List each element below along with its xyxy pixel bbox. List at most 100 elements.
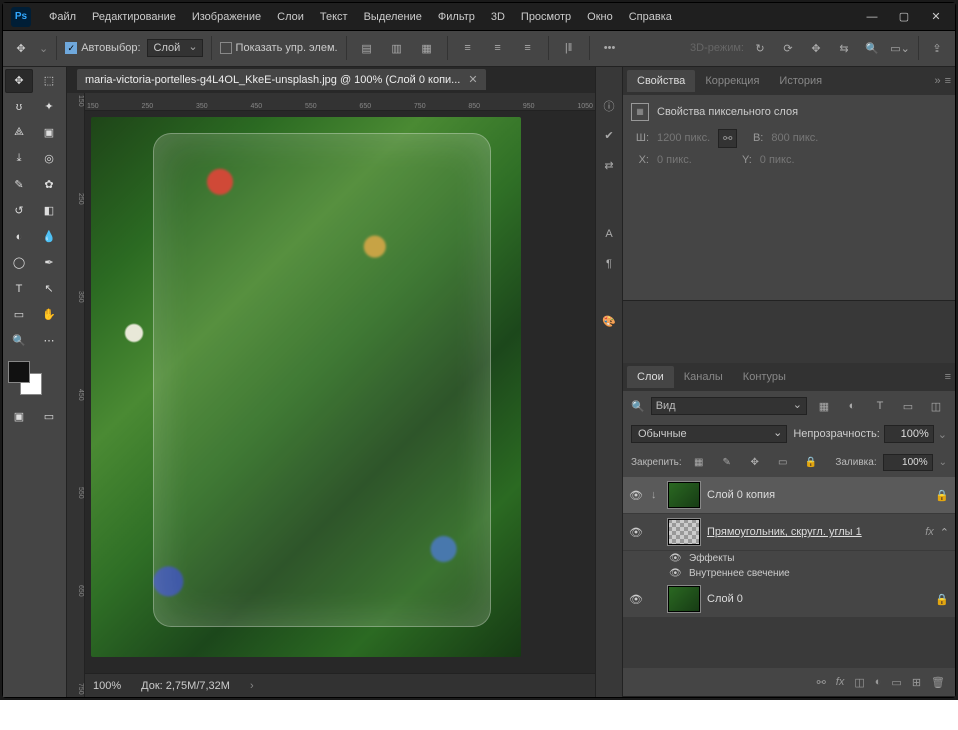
menu-view[interactable]: Просмотр	[513, 3, 579, 31]
tool-history-brush[interactable]: ↺	[5, 199, 33, 223]
tool-clone[interactable]: ✿	[35, 173, 63, 197]
move-tool-icon[interactable]: ✥	[9, 36, 33, 60]
3d-rotate-icon[interactable]: ⟳	[776, 36, 800, 60]
tool-marquee[interactable]: ⬚	[35, 69, 63, 93]
layer-mask-icon[interactable]: ◫	[854, 676, 864, 689]
menu-edit[interactable]: Редактирование	[84, 3, 184, 31]
tab-history[interactable]: История	[769, 70, 832, 92]
filter-shape-icon[interactable]: ▭	[897, 395, 919, 417]
layer-filter-kind[interactable]: Вид	[651, 397, 807, 415]
tool-gradient[interactable]: ◐	[5, 225, 33, 249]
visibility-icon[interactable]: 👁	[629, 593, 645, 606]
new-layer-icon[interactable]: ⊞	[912, 676, 921, 689]
group-layers-icon[interactable]: ▭	[891, 676, 901, 689]
tool-spot-heal[interactable]: ◎	[35, 147, 63, 171]
tool-hand[interactable]: ✋	[35, 303, 63, 327]
autoselect-checkbox[interactable]: ✓ Автовыбор:	[65, 42, 140, 54]
layer-item[interactable]: 👁 Слой 0 🔒	[623, 581, 955, 618]
tool-pen[interactable]: ✒	[35, 251, 63, 275]
lock-artboard-icon[interactable]: ▭	[772, 451, 794, 473]
canvas[interactable]	[85, 111, 595, 673]
search-icon[interactable]: 🔍	[860, 36, 884, 60]
distribute-h-icon[interactable]: |‖	[557, 36, 581, 60]
tool-quickmask[interactable]: ▣	[5, 405, 33, 429]
tool-move[interactable]: ✥	[5, 69, 33, 93]
menu-image[interactable]: Изображение	[184, 3, 269, 31]
layer-name[interactable]: Слой 0 копия	[707, 489, 929, 501]
layer-fx-icon[interactable]: fx	[836, 676, 845, 688]
visibility-icon[interactable]: 👁	[629, 526, 645, 539]
layer-item[interactable]: 👁 Прямоугольник, скругл. углы 1 fx ⌃	[623, 514, 955, 551]
tool-lasso[interactable]: ʊ	[5, 95, 33, 119]
show-controls-checkbox[interactable]: Показать упр. элем.	[220, 42, 338, 54]
menu-file[interactable]: Файл	[41, 3, 84, 31]
share-icon[interactable]: ⇪	[925, 36, 949, 60]
zoom-level[interactable]: 100%	[93, 680, 121, 692]
fx-inner-glow-row[interactable]: 👁 Внутреннее свечение	[623, 566, 955, 581]
menu-select[interactable]: Выделение	[356, 3, 430, 31]
lock-icon[interactable]: 🔒	[935, 593, 949, 606]
paragraph-icon[interactable]: ¶	[598, 253, 620, 275]
filter-type-icon[interactable]: T	[869, 395, 891, 417]
distribute-top-icon[interactable]: ≡	[456, 36, 480, 60]
delete-layer-icon[interactable]: 🗑	[931, 676, 945, 689]
layer-thumbnail[interactable]	[667, 518, 701, 546]
tool-frame[interactable]: ▣	[35, 121, 63, 145]
adjustment-layer-icon[interactable]: ◐	[875, 676, 882, 688]
tool-wand[interactable]: ✦	[35, 95, 63, 119]
tool-brush[interactable]: ✎	[5, 173, 33, 197]
menu-3d[interactable]: 3D	[483, 3, 513, 31]
tool-eyedropper[interactable]: ⤓	[5, 147, 33, 171]
tool-zoom[interactable]: 🔍	[5, 329, 33, 353]
3d-pan-icon[interactable]: ✥	[804, 36, 828, 60]
filter-pixel-icon[interactable]: ▦	[813, 395, 835, 417]
layer-thumbnail[interactable]	[667, 481, 701, 509]
character-icon[interactable]: A	[598, 223, 620, 245]
menu-text[interactable]: Текст	[312, 3, 356, 31]
tool-shape[interactable]: ▭	[5, 303, 33, 327]
link-wh-icon[interactable]: ⚯	[718, 129, 737, 148]
align-center-icon[interactable]: ▥	[385, 36, 409, 60]
opacity-value[interactable]: 100%	[884, 425, 934, 443]
tool-eraser[interactable]: ◧	[35, 199, 63, 223]
filter-smart-icon[interactable]: ◫	[925, 395, 947, 417]
link-layers-icon[interactable]: ⚯	[817, 676, 826, 689]
close-icon[interactable]: ✕	[468, 73, 477, 86]
tool-dodge[interactable]: ◯	[5, 251, 33, 275]
layer-item[interactable]: 👁 ↓ Слой 0 копия 🔒	[623, 477, 955, 514]
autoselect-dropdown[interactable]: Слой	[147, 39, 203, 57]
align-right-icon[interactable]: ▦	[415, 36, 439, 60]
distribute-bottom-icon[interactable]: ≡	[516, 36, 540, 60]
tab-properties[interactable]: Свойства	[627, 70, 695, 92]
info-icon[interactable]: ⓘ	[598, 95, 620, 117]
menu-filter[interactable]: Фильтр	[430, 3, 483, 31]
lock-position-icon[interactable]: ✥	[744, 451, 766, 473]
window-close[interactable]: ✕	[921, 7, 951, 27]
foreground-color[interactable]	[8, 361, 30, 383]
visibility-icon[interactable]: 👁	[669, 568, 683, 579]
tool-path[interactable]: ↖	[35, 277, 63, 301]
lock-all-icon[interactable]: 🔒	[800, 451, 822, 473]
distribute-middle-icon[interactable]: ≡	[486, 36, 510, 60]
panel-menu-icon[interactable]: ≡	[945, 371, 951, 383]
layer-name[interactable]: Прямоугольник, скругл. углы 1	[707, 526, 919, 538]
tab-channels[interactable]: Каналы	[674, 366, 733, 388]
panel-menu-icon[interactable]: ≡	[945, 75, 951, 87]
layer-name[interactable]: Слой 0	[707, 593, 929, 605]
window-maximize[interactable]: ▢	[889, 7, 919, 27]
tab-layers[interactable]: Слои	[627, 366, 674, 388]
tool-extra[interactable]: ⋯	[35, 329, 63, 353]
visibility-icon[interactable]: 👁	[669, 553, 683, 564]
menu-layers[interactable]: Слои	[269, 3, 312, 31]
color-swatches[interactable]	[8, 361, 42, 395]
fx-effects-row[interactable]: 👁 Эффекты	[623, 551, 955, 566]
lock-pixels-icon[interactable]: ▦	[688, 451, 710, 473]
more-options-icon[interactable]: •••	[598, 36, 622, 60]
tool-type[interactable]: T	[5, 277, 33, 301]
document-tab[interactable]: maria-victoria-portelles-g4L4OL_KkeE-uns…	[77, 69, 486, 90]
menu-window[interactable]: Окно	[579, 3, 621, 31]
menu-help[interactable]: Справка	[621, 3, 680, 31]
fill-value[interactable]: 100%	[883, 454, 933, 471]
lock-paint-icon[interactable]: ✎	[716, 451, 738, 473]
tool-crop[interactable]: ⟁	[5, 121, 33, 145]
